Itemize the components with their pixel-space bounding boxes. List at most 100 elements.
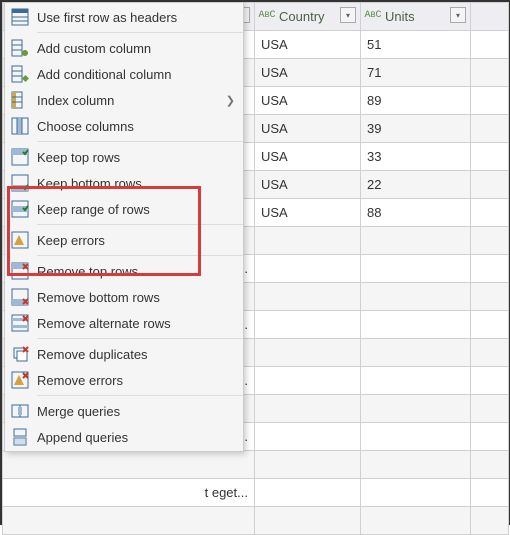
cell-units[interactable]: 39 <box>361 115 471 143</box>
cell-country[interactable] <box>255 283 361 311</box>
menu-label: Append queries <box>37 430 235 445</box>
cell-extra[interactable] <box>471 87 509 115</box>
column-label: Country <box>279 9 325 24</box>
cell-extra[interactable] <box>471 423 509 451</box>
cell-extra[interactable] <box>471 227 509 255</box>
cell-country[interactable]: USA <box>255 143 361 171</box>
cell-country[interactable]: USA <box>255 171 361 199</box>
cell-extra[interactable] <box>471 199 509 227</box>
cell-country[interactable] <box>255 311 361 339</box>
menu-add-custom-column[interactable]: Add custom column <box>5 35 243 61</box>
cell-country[interactable]: USA <box>255 115 361 143</box>
menu-label: Choose columns <box>37 119 235 134</box>
cell-country[interactable]: USA <box>255 199 361 227</box>
menu-label: Use first row as headers <box>37 10 235 25</box>
menu-label: Remove top rows <box>37 264 235 279</box>
cell-extra[interactable] <box>471 311 509 339</box>
column-header-units[interactable]: ABC Units ▾ <box>361 3 471 31</box>
cell-period[interactable]: t eget... <box>3 479 255 507</box>
cell-country[interactable] <box>255 339 361 367</box>
table-row[interactable] <box>3 451 509 479</box>
column-header-country[interactable]: ABC Country ▾ <box>255 3 361 31</box>
cell-units[interactable] <box>361 395 471 423</box>
cell-country[interactable] <box>255 479 361 507</box>
menu-index-column[interactable]: Index column ❯ <box>5 87 243 113</box>
merge-queries-icon <box>9 400 31 422</box>
remove-alternate-rows-icon <box>9 312 31 334</box>
cell-units[interactable]: 71 <box>361 59 471 87</box>
cell-units[interactable] <box>361 479 471 507</box>
cell-country[interactable] <box>255 367 361 395</box>
cell-units[interactable]: 22 <box>361 171 471 199</box>
menu-remove-bottom-rows[interactable]: Remove bottom rows <box>5 284 243 310</box>
cell-units[interactable]: 51 <box>361 31 471 59</box>
filter-dropdown-icon[interactable]: ▾ <box>340 7 356 23</box>
menu-keep-errors[interactable]: Keep errors <box>5 227 243 253</box>
menu-choose-columns[interactable]: Choose columns <box>5 113 243 139</box>
cell-country[interactable] <box>255 395 361 423</box>
cell-units[interactable] <box>361 283 471 311</box>
menu-remove-errors[interactable]: Remove errors <box>5 367 243 393</box>
cell-extra[interactable] <box>471 255 509 283</box>
choose-columns-icon <box>9 115 31 137</box>
filter-dropdown-icon[interactable]: ▾ <box>450 7 466 23</box>
cell-units[interactable] <box>361 311 471 339</box>
menu-keep-range-rows[interactable]: Keep range of rows <box>5 196 243 222</box>
cell-country[interactable] <box>255 507 361 535</box>
cell-period[interactable] <box>3 451 255 479</box>
cell-units[interactable]: 88 <box>361 199 471 227</box>
cell-extra[interactable] <box>471 143 509 171</box>
cell-extra[interactable] <box>471 59 509 87</box>
cell-units[interactable]: 33 <box>361 143 471 171</box>
cell-extra[interactable] <box>471 115 509 143</box>
remove-errors-icon <box>9 369 31 391</box>
menu-keep-bottom-rows[interactable]: Keep bottom rows <box>5 170 243 196</box>
add-conditional-column-icon <box>9 63 31 85</box>
table-row[interactable]: t eget... <box>3 479 509 507</box>
cell-units[interactable] <box>361 507 471 535</box>
keep-range-rows-icon <box>9 198 31 220</box>
cell-country[interactable] <box>255 451 361 479</box>
cell-units[interactable] <box>361 423 471 451</box>
cell-extra[interactable] <box>471 451 509 479</box>
keep-top-rows-icon <box>9 146 31 168</box>
menu-label: Merge queries <box>37 404 235 419</box>
table-row[interactable] <box>3 507 509 535</box>
cell-units[interactable] <box>361 451 471 479</box>
cell-extra[interactable] <box>471 367 509 395</box>
remove-top-rows-icon <box>9 260 31 282</box>
index-column-icon <box>9 89 31 111</box>
cell-units[interactable] <box>361 255 471 283</box>
menu-use-first-row[interactable]: Use first row as headers <box>5 4 243 30</box>
cell-extra[interactable] <box>471 31 509 59</box>
cell-extra[interactable] <box>471 507 509 535</box>
cell-extra[interactable] <box>471 395 509 423</box>
cell-country[interactable]: USA <box>255 31 361 59</box>
cell-country[interactable] <box>255 255 361 283</box>
cell-units[interactable]: 89 <box>361 87 471 115</box>
separator <box>37 141 243 142</box>
cell-units[interactable] <box>361 227 471 255</box>
menu-add-conditional-column[interactable]: Add conditional column <box>5 61 243 87</box>
cell-units[interactable] <box>361 339 471 367</box>
menu-keep-top-rows[interactable]: Keep top rows <box>5 144 243 170</box>
menu-remove-alternate-rows[interactable]: Remove alternate rows <box>5 310 243 336</box>
menu-remove-top-rows[interactable]: Remove top rows <box>5 258 243 284</box>
cell-country[interactable]: USA <box>255 59 361 87</box>
menu-label: Remove bottom rows <box>37 290 235 305</box>
cell-country[interactable]: USA <box>255 87 361 115</box>
menu-merge-queries[interactable]: Merge queries <box>5 398 243 424</box>
cell-units[interactable] <box>361 367 471 395</box>
menu-label: Keep bottom rows <box>37 176 235 191</box>
cell-extra[interactable] <box>471 171 509 199</box>
cell-extra[interactable] <box>471 283 509 311</box>
remove-duplicates-icon <box>9 343 31 365</box>
cell-country[interactable] <box>255 423 361 451</box>
cell-country[interactable] <box>255 227 361 255</box>
menu-append-queries[interactable]: Append queries <box>5 424 243 450</box>
cell-period[interactable] <box>3 507 255 535</box>
menu-remove-duplicates[interactable]: Remove duplicates <box>5 341 243 367</box>
separator <box>37 32 243 33</box>
cell-extra[interactable] <box>471 339 509 367</box>
cell-extra[interactable] <box>471 479 509 507</box>
